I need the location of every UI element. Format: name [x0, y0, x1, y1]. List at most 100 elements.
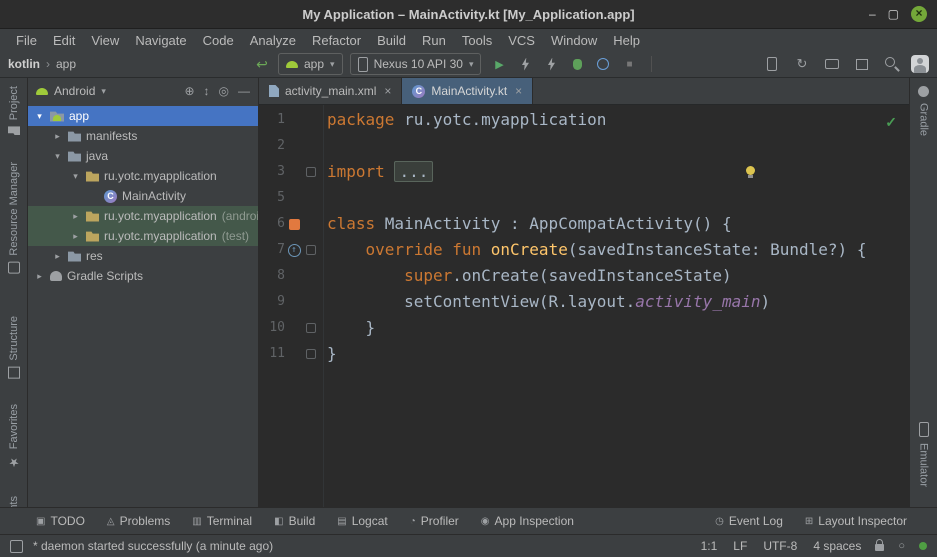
restore-button[interactable]: ▢ — [888, 8, 899, 20]
tab-mainactivity-kt[interactable]: CMainActivity.kt× — [402, 78, 533, 104]
sdk-manager-icon[interactable] — [851, 54, 873, 74]
code-text[interactable]: } — [319, 315, 375, 341]
tool-stripe-structure[interactable]: Structure — [8, 316, 20, 379]
chevron-right-icon[interactable]: ▸ — [52, 131, 63, 142]
toolwindow-event-log[interactable]: ◷Event Log — [715, 514, 783, 528]
gradle-sync-icon[interactable]: ↻ — [791, 54, 813, 74]
close-button[interactable]: × — [911, 6, 927, 22]
avatar-icon[interactable] — [911, 55, 929, 73]
toolwindow-app-inspection[interactable]: ◉App Inspection — [481, 514, 574, 528]
toolwindow-profiler[interactable]: ◔Profiler — [410, 514, 459, 528]
menu-file[interactable]: File — [8, 33, 45, 48]
titlebar[interactable]: My Application – MainActivity.kt [My_App… — [0, 0, 937, 29]
stop-icon[interactable]: ■ — [618, 54, 640, 74]
collapse-all-icon[interactable]: ↕ — [204, 84, 210, 98]
toolwindow-layout-inspector[interactable]: ⊞Layout Inspector — [805, 514, 907, 528]
chevron-right-icon[interactable]: ▸ — [70, 211, 81, 222]
toolwindow-todo[interactable]: ▣TODO — [36, 514, 85, 528]
menu-vcs[interactable]: VCS — [500, 33, 543, 48]
android-gutter-icon[interactable] — [285, 219, 303, 230]
line-separator[interactable]: LF — [733, 539, 747, 553]
sync-arrow-icon[interactable]: ↩ — [253, 54, 271, 74]
tool-stripe-emulator[interactable]: Emulator — [918, 422, 930, 487]
tree-item-gradle-scripts[interactable]: ▸Gradle Scripts — [28, 266, 258, 286]
intention-bulb-icon[interactable] — [746, 166, 755, 175]
run-configuration-select[interactable]: app ▾ — [278, 53, 343, 75]
fold-marker[interactable] — [303, 167, 319, 177]
toolwindow-logcat[interactable]: ▤Logcat — [337, 514, 387, 528]
settings-gear-icon[interactable]: ◎ — [219, 84, 229, 98]
breadcrumb-item[interactable]: app — [56, 57, 76, 71]
indent-style[interactable]: 4 spaces — [813, 539, 861, 553]
tool-stripe-project[interactable]: Project — [8, 86, 20, 136]
notifications-icon[interactable]: ○ — [898, 540, 905, 552]
code-text[interactable]: override fun onCreate(savedInstanceState… — [319, 237, 866, 263]
fold-marker[interactable] — [303, 245, 319, 255]
tree-item-mainactivity[interactable]: CMainActivity — [28, 186, 258, 206]
code-text[interactable]: super.onCreate(savedInstanceState) — [319, 263, 732, 289]
avd-manager-icon[interactable] — [821, 54, 843, 74]
code-text[interactable]: setContentView(R.layout.activity_main) — [319, 289, 770, 315]
lock-icon[interactable] — [875, 544, 884, 551]
tool-stripe-variants[interactable]: Variants — [8, 496, 20, 507]
tree-item-java[interactable]: ▾java — [28, 146, 258, 166]
profile-icon[interactable] — [592, 54, 614, 74]
close-tab-icon[interactable]: × — [515, 84, 522, 98]
tree-item-manifests[interactable]: ▸manifests — [28, 126, 258, 146]
chevron-right-icon[interactable]: ▸ — [34, 271, 45, 282]
toolwindow-terminal[interactable]: ▥Terminal — [192, 514, 252, 528]
chevron-down-icon[interactable]: ▾ — [52, 151, 63, 162]
file-encoding[interactable]: UTF-8 — [763, 539, 797, 553]
menu-code[interactable]: Code — [195, 33, 242, 48]
code-editor[interactable]: 1package ru.yotc.myapplication23import .… — [259, 105, 909, 507]
menu-navigate[interactable]: Navigate — [127, 33, 194, 48]
apply-changes-icon[interactable] — [514, 54, 536, 74]
tree-item-app[interactable]: ▾app — [28, 106, 258, 126]
menu-refactor[interactable]: Refactor — [304, 33, 369, 48]
device-select[interactable]: Nexus 10 API 30 ▾ — [350, 53, 482, 75]
chevron-down-icon[interactable]: ▾ — [70, 171, 81, 182]
code-text[interactable]: class MainActivity : AppCompatActivity()… — [319, 211, 732, 237]
caret-position[interactable]: 1:1 — [701, 539, 718, 553]
debug-icon[interactable] — [566, 54, 588, 74]
menu-run[interactable]: Run — [414, 33, 454, 48]
chevron-down-icon[interactable]: ▾ — [34, 111, 45, 122]
menu-analyze[interactable]: Analyze — [242, 33, 304, 48]
menu-build[interactable]: Build — [369, 33, 414, 48]
apply-code-changes-icon[interactable] — [540, 54, 562, 74]
toolwindow-problems[interactable]: ◬Problems — [107, 514, 170, 528]
run-icon[interactable]: ▶ — [488, 54, 510, 74]
menu-view[interactable]: View — [83, 33, 127, 48]
tree-item-ru-yotc-myapplication[interactable]: ▾ru.yotc.myapplication — [28, 166, 258, 186]
toolwindow-build[interactable]: ◧Build — [274, 514, 315, 528]
menu-tools[interactable]: Tools — [454, 33, 500, 48]
menu-help[interactable]: Help — [605, 33, 648, 48]
menu-window[interactable]: Window — [543, 33, 605, 48]
code-text[interactable]: import ... — [319, 159, 433, 185]
search-icon[interactable] — [881, 54, 903, 74]
minimize-button[interactable]: – — [869, 8, 876, 20]
menu-edit[interactable]: Edit — [45, 33, 83, 48]
tree-item-ru-yotc-myapplication-androidtest[interactable]: ▸ru.yotc.myapplication(androidTest) — [28, 206, 258, 226]
code-text[interactable]: } — [319, 341, 337, 367]
tree-item-ru-yotc-myapplication-test[interactable]: ▸ru.yotc.myapplication(test) — [28, 226, 258, 246]
tool-stripe-favorites[interactable]: ★Favorites — [8, 404, 20, 469]
tool-window-switcher-icon[interactable] — [10, 540, 23, 553]
breadcrumb-module[interactable]: kotlin — [8, 57, 40, 71]
project-view-select[interactable]: Android — [54, 84, 95, 98]
override-gutter-icon[interactable]: ↑ — [285, 237, 303, 263]
fold-marker[interactable] — [303, 349, 319, 359]
chevron-right-icon[interactable]: ▸ — [70, 231, 81, 242]
chevron-right-icon[interactable]: ▸ — [52, 251, 63, 262]
device-manager-icon[interactable] — [761, 54, 783, 74]
tab-activity-main-xml[interactable]: activity_main.xml× — [259, 78, 402, 104]
hide-panel-icon[interactable]: — — [238, 84, 250, 98]
locate-file-icon[interactable]: ⊕ — [184, 84, 194, 98]
fold-marker[interactable] — [303, 323, 319, 333]
tool-stripe-resource-manager[interactable]: Resource Manager — [8, 162, 20, 274]
tool-stripe-gradle[interactable]: Gradle — [918, 86, 930, 136]
code-text[interactable]: package ru.yotc.myapplication — [319, 107, 606, 133]
inspection-status-icon[interactable]: ✓ — [885, 109, 897, 135]
tree-item-res[interactable]: ▸res — [28, 246, 258, 266]
close-tab-icon[interactable]: × — [384, 84, 391, 98]
